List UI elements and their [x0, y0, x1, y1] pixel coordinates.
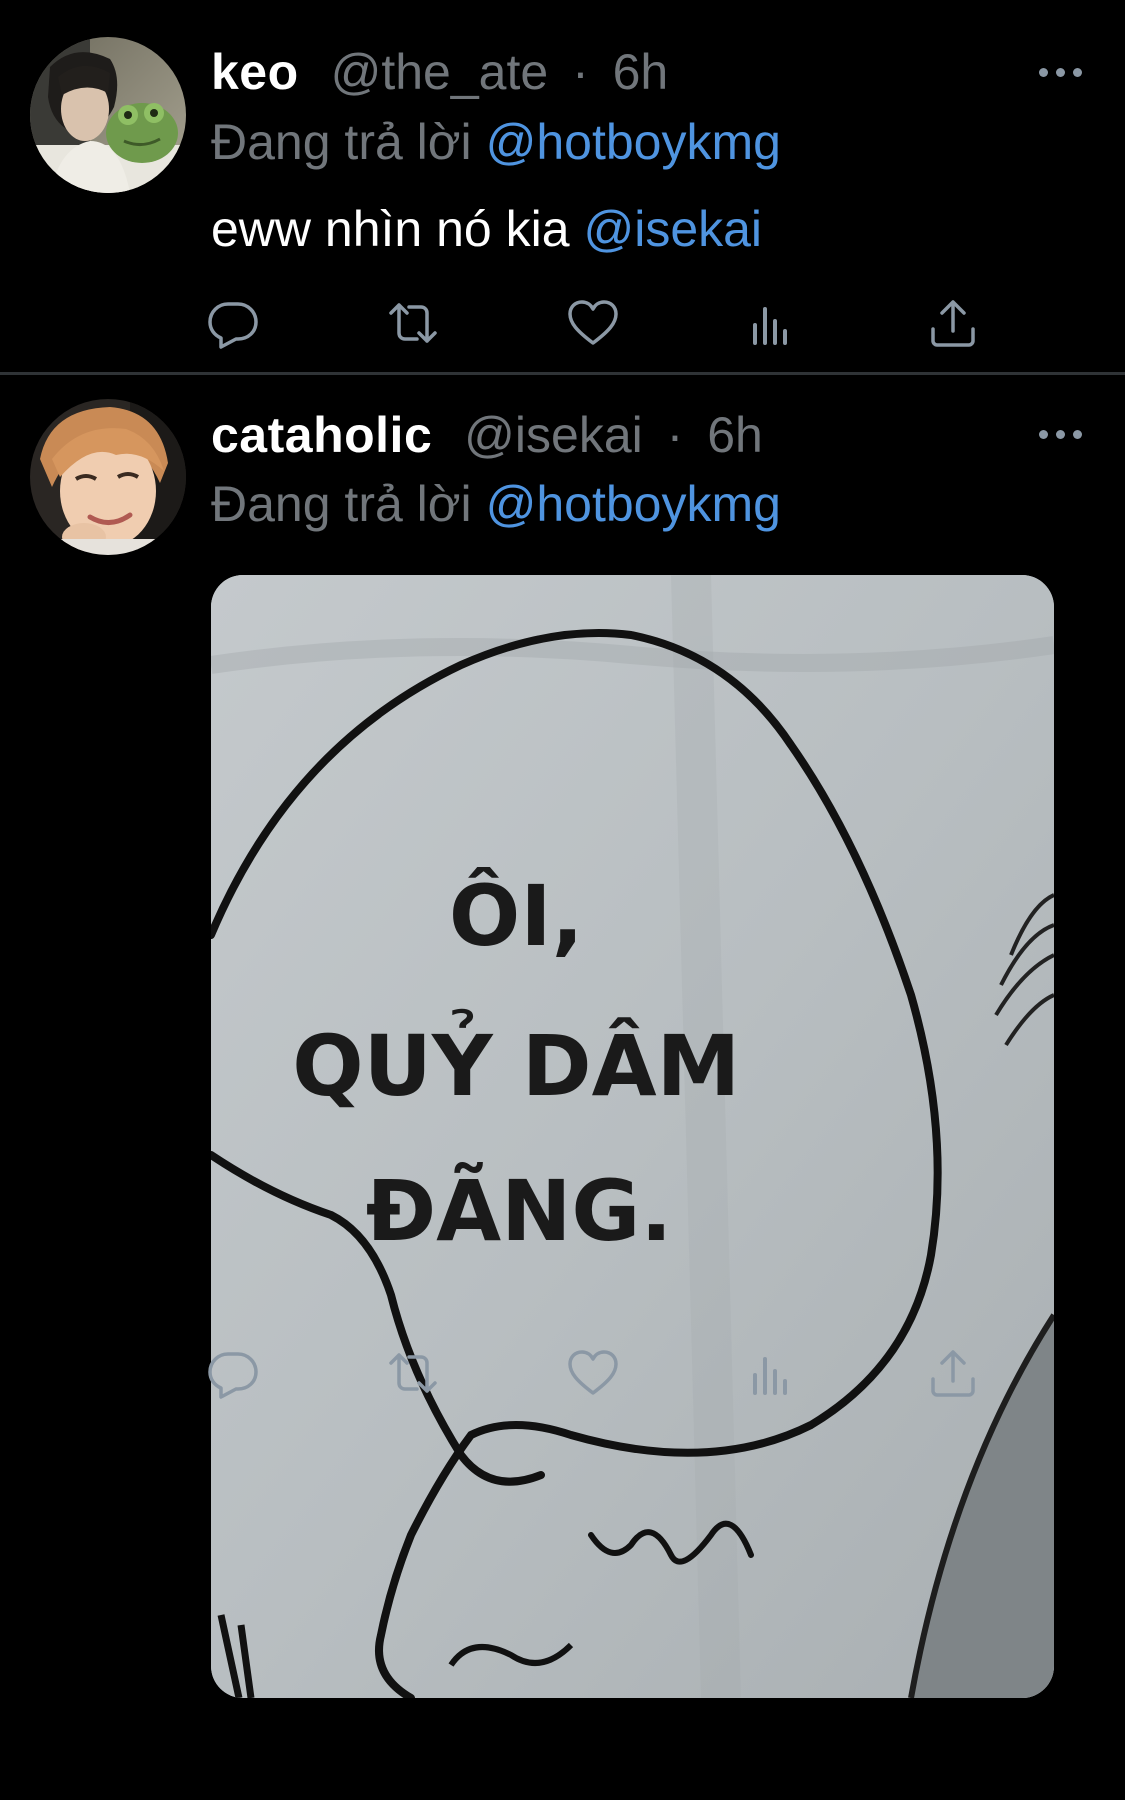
reply-button[interactable]	[205, 1345, 261, 1401]
retweet-icon	[389, 303, 437, 343]
separator-dot: ·	[572, 44, 589, 100]
retweet-button[interactable]	[385, 1345, 441, 1401]
replying-to-mention[interactable]: @hotboykmg	[486, 476, 781, 532]
share-button[interactable]	[925, 295, 981, 351]
retweet-icon	[389, 1353, 437, 1393]
reply-icon	[208, 302, 258, 349]
display-name[interactable]: cataholic	[211, 407, 432, 463]
reply-icon	[208, 1352, 258, 1399]
tweet-keo[interactable]: keo @the_ate · 6h Đang trả lời @hotboykm…	[0, 0, 1125, 372]
views-icon	[753, 307, 787, 345]
tweet-body: eww nhìn nó kia	[211, 201, 570, 257]
timestamp[interactable]: 6h	[613, 44, 669, 100]
avatar-photo	[30, 37, 186, 193]
views-button[interactable]	[745, 1345, 801, 1401]
more-dot	[1073, 68, 1082, 77]
user-handle[interactable]: @isekai	[464, 407, 643, 463]
like-button[interactable]	[565, 295, 621, 351]
avatar-photo	[30, 399, 186, 555]
manga-speech-bubble-image: ÔI, QUỶ DÂM ĐÃNG.	[211, 575, 1054, 1698]
views-button[interactable]	[745, 295, 801, 351]
bubble-line-3: ĐÃNG.	[366, 1162, 673, 1260]
user-handle[interactable]: @the_ate	[331, 44, 549, 100]
like-icon	[568, 1350, 618, 1395]
avatar[interactable]	[30, 37, 186, 193]
share-icon	[931, 300, 975, 347]
avatar[interactable]	[30, 399, 186, 555]
tweet-actions	[208, 295, 1011, 355]
tweet-text: eww nhìn nó kia @isekai	[211, 196, 762, 262]
tweet-cataholic[interactable]: cataholic @isekai · 6h Đang trả lời @hot…	[0, 375, 1125, 1800]
display-name[interactable]: keo	[211, 44, 299, 100]
tweet-header: cataholic @isekai · 6h	[211, 402, 763, 468]
tweet-media-image[interactable]: ÔI, QUỶ DÂM ĐÃNG.	[211, 575, 1054, 1698]
tweet-actions	[208, 1345, 1011, 1405]
timestamp[interactable]: 6h	[707, 407, 763, 463]
replying-to: Đang trả lời @hotboykmg	[211, 471, 781, 537]
views-icon	[753, 1357, 787, 1395]
retweet-button[interactable]	[385, 295, 441, 351]
more-options-button[interactable]	[1039, 62, 1083, 82]
more-options-button[interactable]	[1039, 424, 1083, 444]
tweet-mention[interactable]: @isekai	[583, 201, 762, 257]
replying-to-label: Đang trả lời	[211, 114, 472, 170]
replying-to-mention[interactable]: @hotboykmg	[486, 114, 781, 170]
more-dot	[1039, 430, 1048, 439]
share-button[interactable]	[925, 1345, 981, 1401]
replying-to: Đang trả lời @hotboykmg	[211, 109, 781, 175]
replying-to-label: Đang trả lời	[211, 476, 472, 532]
share-icon	[931, 1350, 975, 1397]
like-icon	[568, 300, 618, 345]
reply-button[interactable]	[205, 295, 261, 351]
more-dot	[1056, 68, 1065, 77]
more-dot	[1073, 430, 1082, 439]
bubble-line-2: QUỶ DÂM	[292, 1008, 740, 1115]
like-button[interactable]	[565, 1345, 621, 1401]
tweet-header: keo @the_ate · 6h	[211, 39, 668, 105]
bubble-line-1: ÔI,	[449, 867, 584, 965]
more-dot	[1056, 430, 1065, 439]
separator-dot: ·	[666, 407, 684, 463]
more-dot	[1039, 68, 1048, 77]
